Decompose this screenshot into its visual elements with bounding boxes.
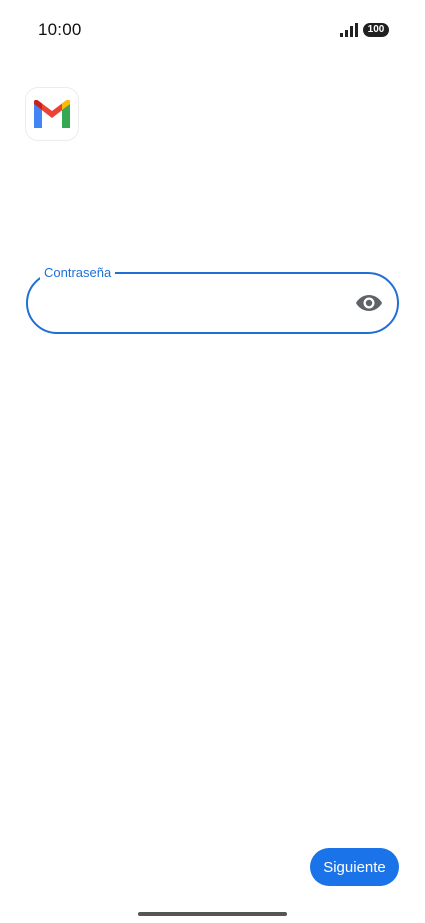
password-screen: 10:00 100 Contraseña Siguiente — [0, 0, 425, 923]
eye-icon[interactable] — [355, 290, 383, 316]
password-input[interactable] — [52, 288, 346, 320]
gmail-logo-icon — [26, 88, 78, 140]
status-time: 10:00 — [38, 20, 82, 39]
password-field-label: Contraseña — [40, 266, 116, 280]
status-bar: 10:00 100 — [0, 0, 425, 60]
next-button[interactable]: Siguiente — [310, 848, 399, 886]
password-field[interactable] — [26, 272, 399, 334]
battery-level: 100 — [363, 23, 389, 37]
signal-bars-icon — [340, 23, 360, 37]
home-indicator[interactable] — [138, 912, 287, 916]
